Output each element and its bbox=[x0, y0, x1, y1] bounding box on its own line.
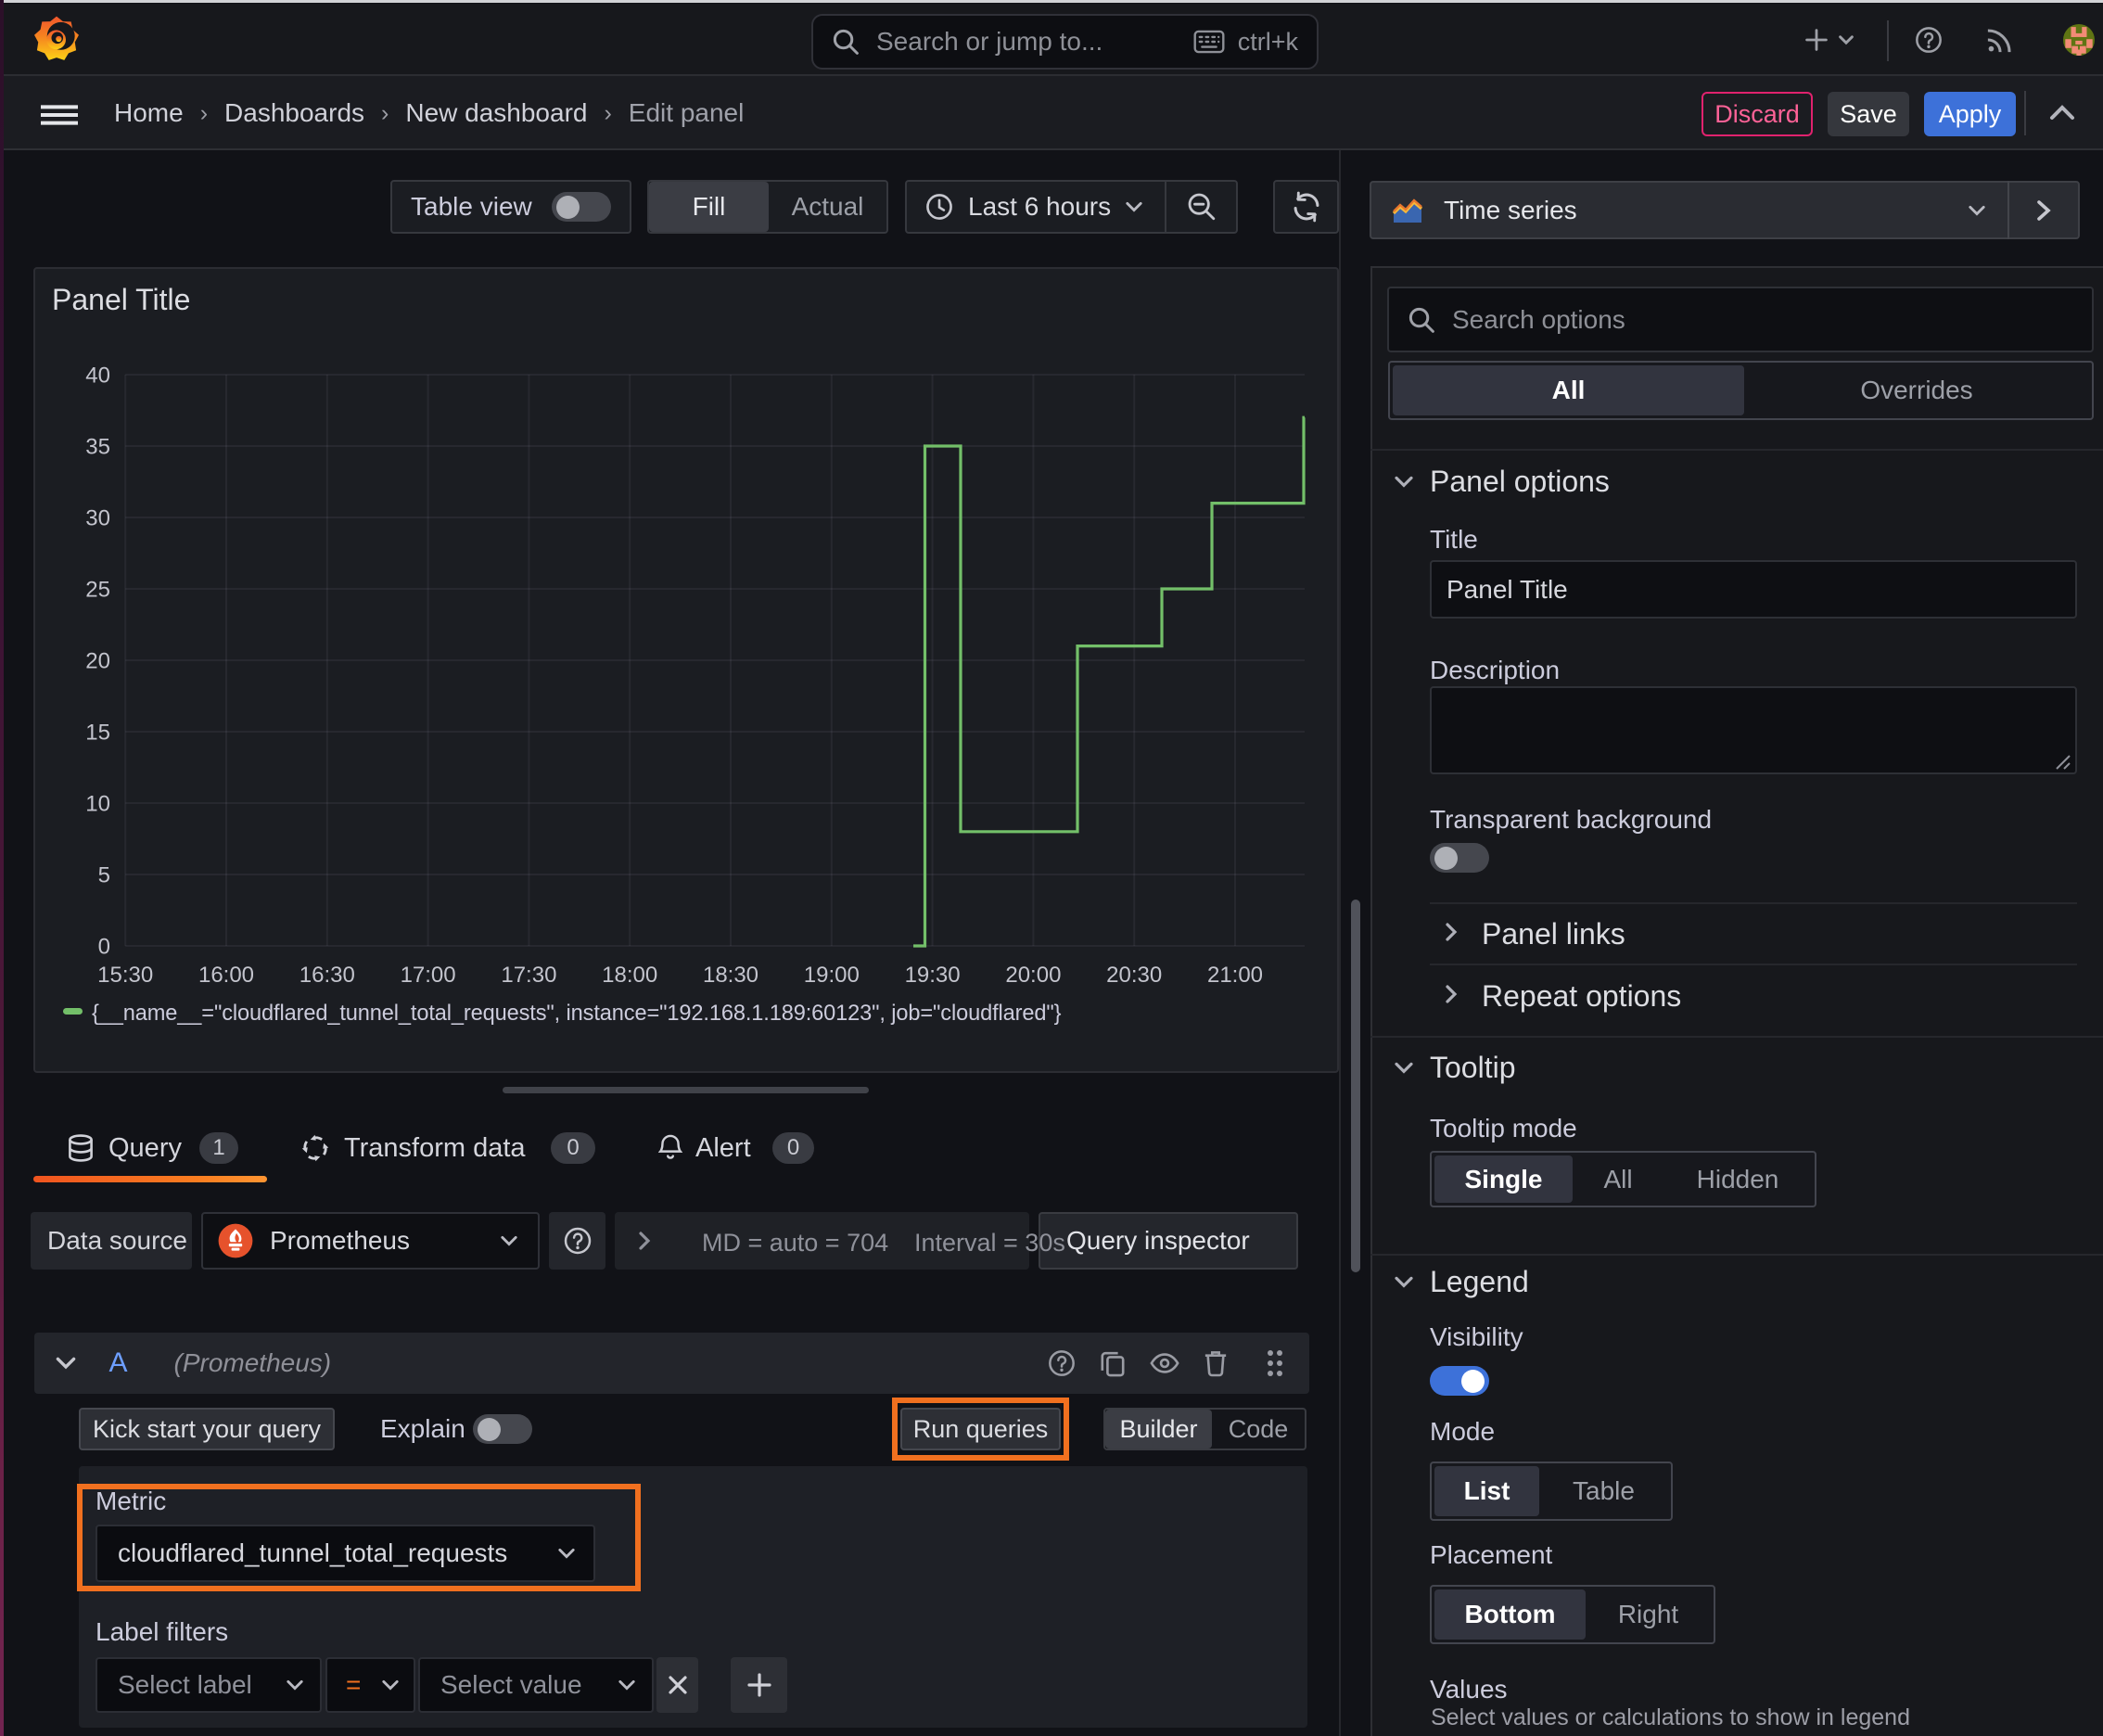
svg-text:18:30: 18:30 bbox=[703, 963, 758, 988]
svg-text:15: 15 bbox=[85, 720, 110, 745]
svg-text:19:30: 19:30 bbox=[905, 963, 961, 988]
svg-text:21:00: 21:00 bbox=[1207, 963, 1263, 988]
svg-text:17:30: 17:30 bbox=[501, 963, 556, 988]
svg-text:16:00: 16:00 bbox=[198, 963, 254, 988]
svg-text:20: 20 bbox=[85, 648, 110, 673]
svg-text:20:30: 20:30 bbox=[1106, 963, 1162, 988]
svg-text:17:00: 17:00 bbox=[401, 963, 456, 988]
svg-text:16:30: 16:30 bbox=[300, 963, 355, 988]
svg-text:25: 25 bbox=[85, 577, 110, 602]
svg-text:10: 10 bbox=[85, 791, 110, 816]
svg-text:20:00: 20:00 bbox=[1005, 963, 1061, 988]
svg-text:19:00: 19:00 bbox=[804, 963, 860, 988]
svg-text:0: 0 bbox=[98, 934, 110, 959]
svg-text:35: 35 bbox=[85, 434, 110, 459]
svg-text:15:30: 15:30 bbox=[97, 963, 153, 988]
svg-text:5: 5 bbox=[98, 862, 110, 887]
svg-text:30: 30 bbox=[85, 505, 110, 530]
svg-text:40: 40 bbox=[85, 363, 110, 388]
svg-text:18:00: 18:00 bbox=[602, 963, 657, 988]
